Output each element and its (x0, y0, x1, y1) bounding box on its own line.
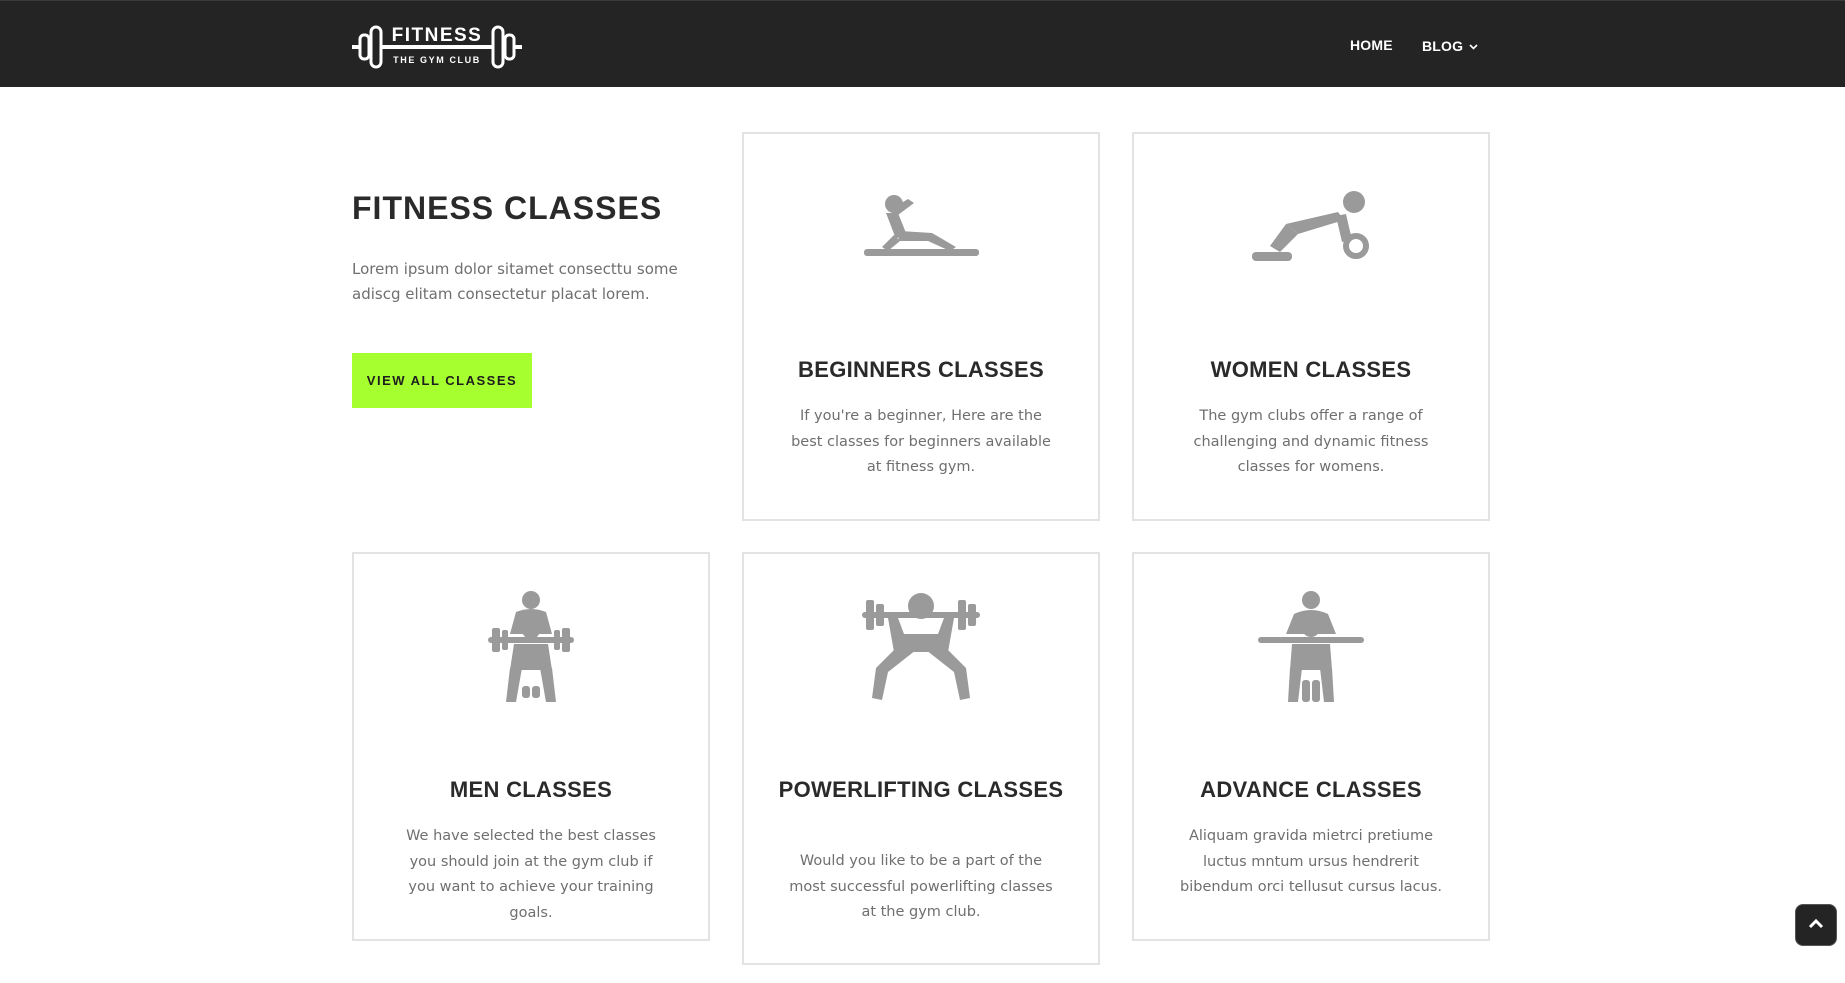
men-exercise-icon (354, 590, 708, 710)
card-title: BEGINNERS CLASSES (798, 357, 1044, 382)
class-card-powerlifting[interactable]: POWERLIFTING CLASSES Would you like to b… (742, 552, 1100, 965)
card-text: We have selected the best classes you sh… (406, 828, 656, 921)
class-card-women[interactable]: WOMEN CLASSES The gym clubs offer a rang… (1132, 132, 1490, 521)
page-title: FITNESS CLASSES (352, 190, 663, 226)
class-card-men[interactable]: MEN CLASSES We have selected the best cl… (352, 552, 710, 941)
class-card-advance[interactable]: ADVANCE CLASSES Aliquam gravida mietrci … (1132, 552, 1490, 941)
card-text: The gym clubs offer a range of challengi… (1193, 408, 1429, 475)
nav-blog-link[interactable]: BLOG (1422, 37, 1478, 54)
main-nav: HOME BLOG (0, 37, 1845, 57)
beginner-exercise-icon (744, 189, 1098, 259)
card-title: ADVANCE CLASSES (1200, 777, 1422, 802)
site-header: FITNESS THE GYM CLUB HOME BLOG (0, 0, 1845, 87)
chevron-up-icon (1808, 916, 1824, 934)
intro-section: FITNESS CLASSES Lorem ipsum dolor sitame… (352, 190, 692, 307)
card-text: Aliquam gravida mietrci pretiume luctus … (1180, 828, 1442, 895)
card-text: Would you like to be a part of the most … (789, 853, 1053, 920)
view-all-classes-button[interactable]: VIEW ALL CLASSES (352, 353, 532, 408)
class-card-beginners[interactable]: BEGINNERS CLASSES If you're a beginner, … (742, 132, 1100, 521)
card-title: MEN CLASSES (449, 777, 613, 802)
card-text: If you're a beginner, Here are the best … (791, 408, 1051, 475)
advance-exercise-icon (1134, 590, 1488, 710)
card-title: POWERLIFTING CLASSES (778, 777, 1064, 802)
scroll-to-top-button[interactable] (1795, 904, 1837, 946)
card-title: WOMEN CLASSES (1210, 357, 1412, 382)
nav-home-link[interactable]: HOME (1350, 37, 1393, 53)
intro-text: Lorem ipsum dolor sitamet consecttu some… (352, 260, 678, 303)
nav-blog-label: BLOG (1422, 38, 1464, 54)
chevron-down-icon (1469, 37, 1478, 53)
powerlifting-icon (744, 592, 1098, 704)
women-exercise-icon (1134, 190, 1488, 265)
